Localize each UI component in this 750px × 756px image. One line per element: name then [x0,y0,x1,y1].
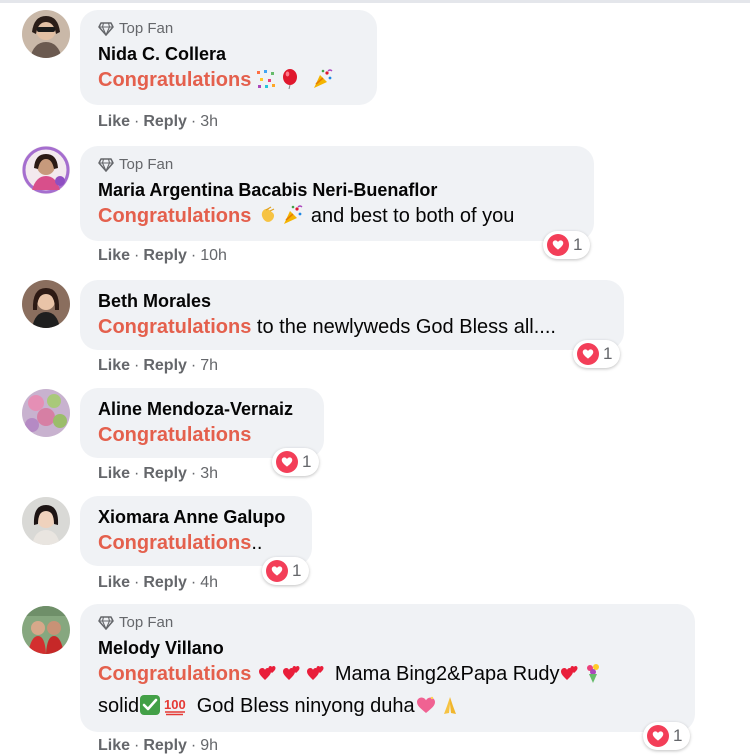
balloon-icon [279,68,301,90]
top-fan-badge: Top Fan [98,156,576,174]
heart-reaction-icon [577,343,599,365]
two-hearts-icon [559,662,581,684]
like-action[interactable]: Like [98,357,130,374]
badge-label: Top Fan [119,614,174,631]
hundred-points-icon [163,694,189,716]
commenter-name[interactable]: Xiomara Anne Galupo [98,506,294,528]
comment-time[interactable]: 10h [200,247,227,264]
comment-rest: God Bless ninyong duha [191,695,415,717]
like-action[interactable]: Like [98,574,130,591]
diamond-icon [98,158,114,172]
commenter-name[interactable]: Maria Argentina Bacabis Neri-Buenaflor [98,179,576,201]
heart-reaction-icon [547,234,569,256]
reaction-count: 1 [292,561,302,580]
comment-time[interactable]: 4h [200,574,218,591]
reaction-badge[interactable]: 1 [262,557,310,585]
two-hearts-icon [257,662,279,684]
party-popper-icon [311,68,333,90]
heart-reaction-icon [266,560,288,582]
reaction-count: 1 [302,452,312,471]
heart-reaction-icon [276,451,298,473]
reaction-badge[interactable]: 1 [643,722,691,750]
heart-reaction-icon [647,725,669,747]
highlighted-word: Congratulations [98,69,252,91]
avatar[interactable] [22,146,70,194]
comment-actions: Like · Reply · 9h [98,737,219,754]
bouquet-icon [583,662,605,684]
comment-text: Congratulations [98,422,306,448]
diamond-icon [98,22,114,36]
like-action[interactable]: Like [98,113,130,130]
avatar[interactable] [22,497,70,545]
comment-bubble: Top Fan Melody Villano Congratulations M… [80,604,695,732]
reaction-badge[interactable]: 1 [272,448,320,476]
avatar[interactable] [22,10,70,58]
top-fan-badge: Top Fan [98,614,677,632]
comment-rest: solid [98,695,140,717]
comment-time[interactable]: 7h [200,357,218,374]
avatar[interactable] [22,280,70,328]
comment-actions: Like · Reply · 10h [98,247,227,264]
comment-actions: Like · Reply · 7h [98,357,219,374]
comment-rest: to the newlyweds God Bless all.... [251,316,556,338]
reaction-count: 1 [673,726,683,745]
folded-hands-icon [439,694,461,716]
badge-label: Top Fan [119,20,174,37]
comment-text: Congratulations to the newlyweds God Ble… [98,314,606,340]
commenter-name[interactable]: Nida C. Collera [98,43,359,65]
comment-text: Congratulations.. [98,530,294,556]
avatar[interactable] [22,606,70,654]
reaction-badge[interactable]: 1 [543,231,591,259]
highlighted-word: Congratulations [98,205,252,227]
comment-bubble: Top Fan Nida C. Collera Congratulations [80,10,377,105]
badge-label: Top Fan [119,156,174,173]
sparkling-heart-icon [415,694,437,716]
party-popper-icon [281,204,303,226]
comment-bubble: Top Fan Maria Argentina Bacabis Neri-Bue… [80,146,594,241]
reaction-count: 1 [573,235,583,254]
comment-actions: Like · Reply · 4h [98,574,219,591]
highlighted-word: Congratulations [98,532,252,554]
top-fan-badge: Top Fan [98,20,359,38]
comment-time[interactable]: 9h [200,737,218,754]
comment-text: Congratulations and best to both of you [98,203,576,229]
comment-rest: and best to both of you [305,205,515,227]
commenter-name[interactable]: Beth Morales [98,290,606,312]
comment-bubble: Xiomara Anne Galupo Congratulations.. [80,496,312,566]
highlighted-word: Congratulations [98,663,252,685]
comment-bubble: Beth Morales Congratulations to the newl… [80,280,624,350]
like-action[interactable]: Like [98,465,130,482]
reply-action[interactable]: Reply [143,574,187,591]
comment-text: Congratulations [98,67,359,93]
comment-rest: Mama Bing2&Papa Rudy [329,663,560,685]
like-action[interactable]: Like [98,737,130,754]
reaction-count: 1 [603,344,613,363]
comment-time[interactable]: 3h [200,113,218,130]
top-divider [0,0,750,3]
comment-text: Congratulations Mama Bing2&Papa Rudy [98,661,677,687]
like-action[interactable]: Like [98,247,130,264]
reply-action[interactable]: Reply [143,113,187,130]
reply-action[interactable]: Reply [143,357,187,374]
reaction-badge[interactable]: 1 [573,340,621,368]
diamond-icon [98,616,114,630]
comment-actions: Like · Reply · 3h [98,113,219,130]
clapping-hands-icon [257,204,279,226]
comment-text-line2: solid God Bless ninyong duha [98,693,677,719]
two-hearts-icon [281,662,303,684]
avatar[interactable] [22,389,70,437]
two-hearts-icon [305,662,327,684]
comment-rest: .. [251,532,263,554]
reply-action[interactable]: Reply [143,737,187,754]
highlighted-word: Congratulations [98,424,252,446]
commenter-name[interactable]: Aline Mendoza-Vernaiz [98,398,306,420]
highlighted-word: Congratulations [98,316,252,338]
check-mark-icon [139,694,161,716]
reply-action[interactable]: Reply [143,247,187,264]
reply-action[interactable]: Reply [143,465,187,482]
comment-time[interactable]: 3h [200,465,218,482]
commenter-name[interactable]: Melody Villano [98,637,677,659]
comment-actions: Like · Reply · 3h [98,465,219,482]
confetti-icon [255,68,277,90]
